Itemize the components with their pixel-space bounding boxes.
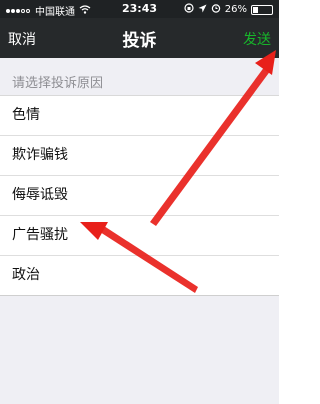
phone-screen: 中国联通 23:43 26% 取消 投诉 发送 请选择投诉原因 色情 欺诈骗钱 (0, 0, 279, 404)
battery-icon (251, 4, 273, 15)
alarm-icon (211, 3, 221, 16)
location-icon (198, 4, 207, 16)
section-hint: 请选择投诉原因 (12, 76, 104, 91)
page-title: 投诉 (122, 31, 157, 51)
right-margin (279, 0, 297, 404)
reason-list: 色情 欺诈骗钱 侮辱诋毁 广告骚扰 政治 (0, 95, 279, 296)
status-right: 26% (184, 3, 273, 16)
navigation-bar: 取消 投诉 发送 (0, 18, 279, 58)
reason-item-pornography[interactable]: 色情 (0, 96, 279, 136)
reason-item-advertising[interactable]: 广告骚扰 (0, 216, 279, 256)
send-button[interactable]: 发送 (243, 29, 271, 49)
status-bar: 中国联通 23:43 26% (0, 0, 279, 18)
reason-item-politics[interactable]: 政治 (0, 256, 279, 296)
reason-item-defamation[interactable]: 侮辱诋毁 (0, 176, 279, 216)
rotation-lock-icon (184, 3, 194, 16)
reason-item-fraud[interactable]: 欺诈骗钱 (0, 136, 279, 176)
battery-fill (253, 6, 258, 13)
battery-percent: 26% (224, 4, 247, 15)
